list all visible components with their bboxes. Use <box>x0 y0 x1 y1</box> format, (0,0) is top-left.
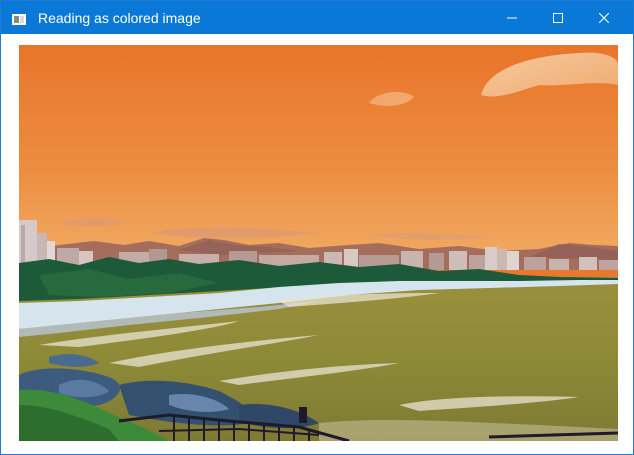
app-window-icon <box>12 12 26 25</box>
title-bar[interactable]: Reading as colored image <box>1 1 633 34</box>
maximize-icon <box>553 12 563 23</box>
window-title: Reading as colored image <box>38 10 201 26</box>
maximize-button[interactable] <box>535 1 581 34</box>
coastal-beach-photo <box>19 45 618 441</box>
minimize-button[interactable] <box>489 1 535 34</box>
close-button[interactable] <box>581 1 627 34</box>
app-window: Reading as colored image <box>0 0 634 455</box>
displayed-image <box>19 45 618 441</box>
client-area <box>1 34 633 454</box>
close-icon <box>599 12 609 23</box>
minimize-icon <box>507 13 517 23</box>
